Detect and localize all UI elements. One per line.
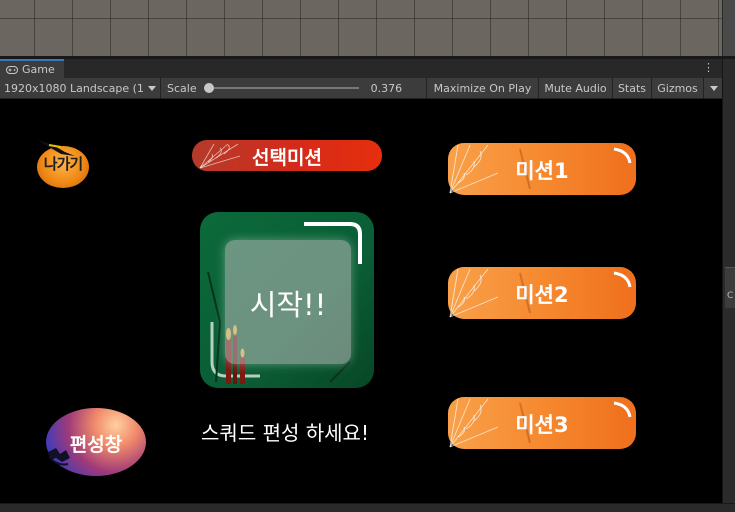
selected-mission-banner: 선택미션	[192, 140, 382, 171]
inspector-edge-letter: C	[727, 291, 734, 301]
mission-1-button[interactable]: 미션1	[448, 143, 636, 195]
exit-label: 나가기	[43, 155, 83, 173]
mute-audio-toggle[interactable]: Mute Audio	[539, 78, 613, 98]
inspector-edge: C	[722, 59, 735, 503]
resolution-dropdown[interactable]: 1920x1080 Landscape (1	[0, 78, 161, 98]
mute-label: Mute Audio	[544, 81, 607, 95]
mission-label: 미션3	[515, 413, 569, 437]
formation-button[interactable]: 편성창	[46, 408, 146, 476]
formation-label: 편성창	[69, 434, 123, 456]
gizmos-dropdown[interactable]	[704, 78, 722, 98]
maximize-label: Maximize On Play	[433, 81, 532, 95]
squad-message: 스쿼드 편성 하세요!	[201, 421, 369, 445]
game-tab-bar: Game ⋮	[0, 59, 722, 79]
selected-mission-label: 선택미션	[252, 147, 322, 169]
inspector-edge-box	[725, 267, 735, 308]
mission-2-button[interactable]: 미션2	[448, 267, 636, 319]
gizmos-toggle[interactable]: Gizmos	[652, 78, 704, 98]
start-button[interactable]: 시작!!	[200, 212, 374, 388]
scene-view-side	[722, 0, 735, 56]
game-toolbar: 1920x1080 Landscape (1 Scale 0.376 Maxim…	[0, 78, 722, 99]
exit-button[interactable]: 나가기	[35, 138, 91, 188]
scale-control: Scale 0.376	[161, 78, 427, 98]
gizmos-label: Gizmos	[657, 81, 698, 95]
scale-value: 0.376	[370, 81, 403, 95]
scale-label: Scale	[167, 81, 197, 95]
mission-label: 미션1	[515, 159, 569, 183]
mission-3-button[interactable]: 미션3	[448, 397, 636, 449]
scale-slider-thumb[interactable]	[203, 83, 214, 93]
scene-view-grid	[0, 0, 722, 56]
mission-label: 미션2	[515, 283, 569, 307]
stats-toggle[interactable]: Stats	[613, 78, 652, 98]
tab-game[interactable]: Game	[0, 59, 64, 78]
more-options-icon[interactable]: ⋮	[703, 61, 714, 75]
scale-slider[interactable]	[203, 83, 359, 93]
stats-label: Stats	[617, 81, 647, 95]
chevron-down-icon	[147, 85, 156, 91]
maximize-on-play-toggle[interactable]: Maximize On Play	[427, 78, 539, 98]
gamepad-icon	[6, 65, 18, 74]
resolution-value: 1920x1080 Landscape (1	[4, 81, 144, 95]
chevron-down-icon	[710, 85, 718, 91]
start-label: 시작!!	[249, 288, 327, 322]
tab-game-label: Game	[22, 63, 55, 76]
